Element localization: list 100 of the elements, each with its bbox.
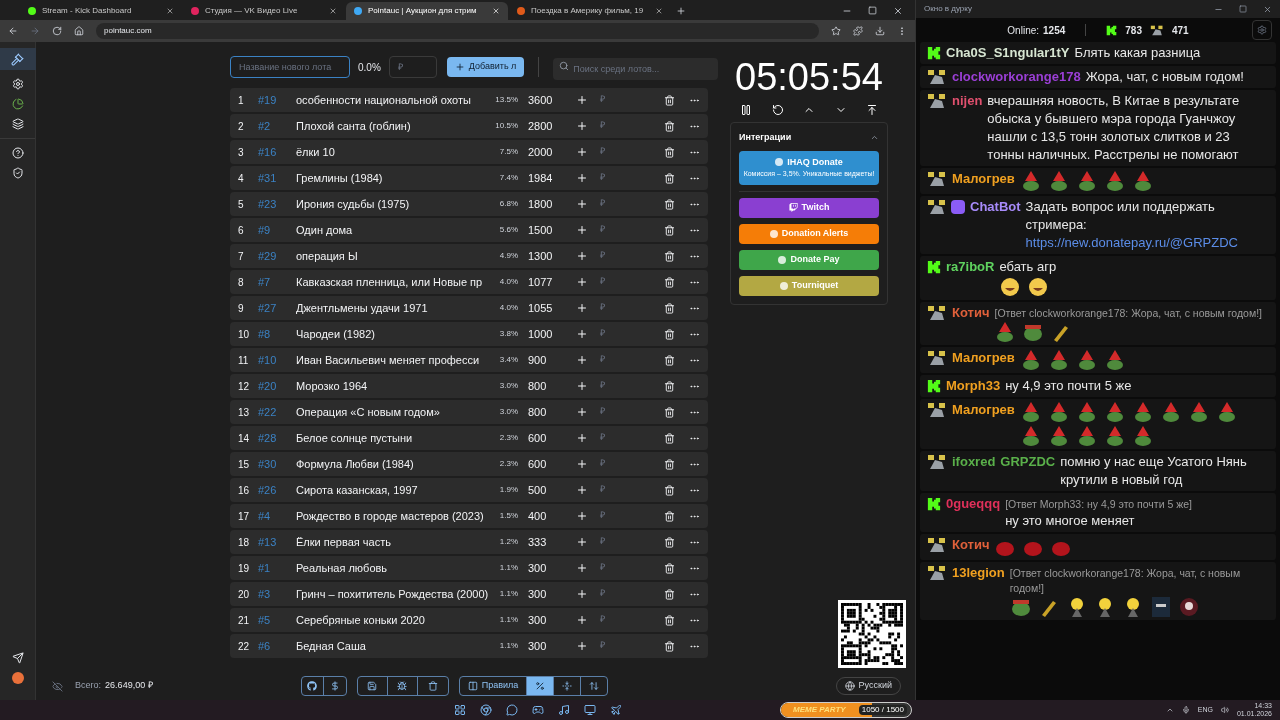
lot-name-field[interactable]: Название нового лота [230, 56, 350, 78]
add-icon[interactable] [576, 458, 588, 470]
username[interactable]: Малогрев [952, 170, 1015, 188]
pause-icon[interactable] [740, 104, 752, 116]
close-icon[interactable] [1263, 4, 1272, 14]
music-icon[interactable] [557, 704, 570, 716]
add-icon[interactable] [576, 224, 588, 236]
add-icon[interactable] [576, 146, 588, 158]
username[interactable]: Котич [952, 304, 990, 322]
back-icon[interactable] [8, 26, 18, 36]
bookmark-icon[interactable] [831, 26, 841, 36]
delete-icon[interactable] [664, 328, 675, 340]
nav-item[interactable] [0, 48, 36, 70]
eject-icon[interactable] [866, 104, 878, 116]
delete-icon[interactable] [664, 380, 675, 392]
add-icon[interactable] [576, 588, 588, 600]
add-icon[interactable] [576, 328, 588, 340]
new-tab-icon[interactable] [676, 6, 686, 16]
browser-tab[interactable]: Студия — VK Видео Live [183, 2, 345, 20]
chat-app-icon[interactable] [505, 704, 518, 716]
delete-icon[interactable] [664, 94, 675, 106]
delete-icon[interactable] [664, 354, 675, 366]
username[interactable]: Малогрев [952, 349, 1015, 367]
add-icon[interactable] [576, 276, 588, 288]
delete-icon[interactable] [664, 432, 675, 444]
hide-icon[interactable] [52, 680, 63, 692]
delete-icon[interactable] [664, 484, 675, 496]
chevron-up-icon[interactable] [1165, 706, 1174, 714]
shield-icon[interactable] [11, 167, 24, 179]
add-icon[interactable] [576, 614, 588, 626]
username[interactable]: ra7iboR [946, 258, 995, 276]
delete-icon[interactable] [664, 302, 675, 314]
username[interactable]: Котич [952, 536, 990, 554]
start-icon[interactable] [453, 704, 466, 716]
maximize-icon[interactable] [868, 6, 877, 15]
home-icon[interactable] [74, 26, 84, 36]
add-icon[interactable] [576, 562, 588, 574]
delete-icon[interactable] [664, 276, 675, 288]
screen-icon[interactable] [583, 704, 596, 716]
username[interactable]: Morph33 [946, 377, 1001, 395]
username[interactable]: nijen [952, 92, 983, 110]
username[interactable]: 0gueqqq [946, 495, 1001, 513]
close-icon[interactable] [655, 7, 663, 15]
help-icon[interactable] [11, 147, 24, 159]
browser-tab[interactable]: Stream - Kick Dashboard [20, 2, 182, 20]
search-field[interactable]: Поиск среди лотов... [553, 57, 718, 80]
delete-icon[interactable] [664, 224, 675, 236]
address-bar[interactable]: pointauc.com [96, 23, 819, 39]
delete-icon[interactable] [664, 120, 675, 132]
delete-icon[interactable] [664, 614, 675, 626]
delete-icon[interactable] [664, 536, 675, 548]
username[interactable]: ChatBot [970, 198, 1021, 216]
volume-icon[interactable] [1220, 706, 1229, 714]
add-icon[interactable] [576, 250, 588, 262]
pie-chart-icon[interactable] [11, 98, 24, 110]
extensions-icon[interactable] [853, 26, 863, 36]
game-icon[interactable] [531, 704, 544, 716]
add-icon[interactable] [576, 484, 588, 496]
add-icon[interactable] [576, 432, 588, 444]
close-icon[interactable] [329, 7, 337, 15]
delete-icon[interactable] [664, 640, 675, 652]
add-lot-button[interactable]: Добавить л [446, 57, 525, 77]
download-icon[interactable] [875, 26, 885, 36]
add-icon[interactable] [576, 640, 588, 652]
delete-icon[interactable] [664, 588, 675, 600]
settings-icon[interactable] [11, 78, 24, 90]
layers-icon[interactable] [11, 118, 24, 130]
add-icon[interactable] [576, 120, 588, 132]
reset-icon[interactable] [771, 104, 784, 116]
delete-icon[interactable] [664, 172, 675, 184]
close-icon[interactable] [166, 7, 174, 15]
username[interactable]: clockworkorange178 [952, 68, 1081, 86]
send-icon[interactable] [11, 652, 24, 664]
delete-icon[interactable] [664, 458, 675, 470]
maximize-icon[interactable] [1239, 4, 1247, 13]
add-icon[interactable] [576, 510, 588, 522]
add-icon[interactable] [576, 302, 588, 314]
add-icon[interactable] [576, 354, 588, 366]
username[interactable]: 13legion [952, 564, 1005, 582]
add-icon[interactable] [576, 172, 588, 184]
logo-icon[interactable] [11, 672, 24, 684]
add-icon[interactable] [576, 406, 588, 418]
browser-tab[interactable]: Поездка в Америку фильм, 19 [509, 2, 671, 20]
reload-icon[interactable] [52, 26, 62, 36]
delete-icon[interactable] [664, 406, 675, 418]
delete-icon[interactable] [664, 510, 675, 522]
integration-button[interactable]: Twitch [739, 197, 879, 218]
username[interactable]: ifoxred [952, 453, 996, 471]
add-icon[interactable] [576, 536, 588, 548]
browser-icon[interactable] [479, 704, 492, 716]
delete-icon[interactable] [664, 250, 675, 262]
username[interactable]: Cha0S_S1ngular1tY [946, 44, 1070, 62]
username[interactable]: Малогрев [952, 401, 1015, 419]
delete-icon[interactable] [664, 198, 675, 210]
microphone-icon[interactable] [1181, 706, 1190, 714]
add-icon[interactable] [576, 198, 588, 210]
percent-button[interactable] [527, 677, 555, 695]
amount-field[interactable]: ₽ [388, 56, 437, 78]
close-icon[interactable] [893, 6, 903, 16]
add-icon[interactable] [576, 94, 588, 106]
